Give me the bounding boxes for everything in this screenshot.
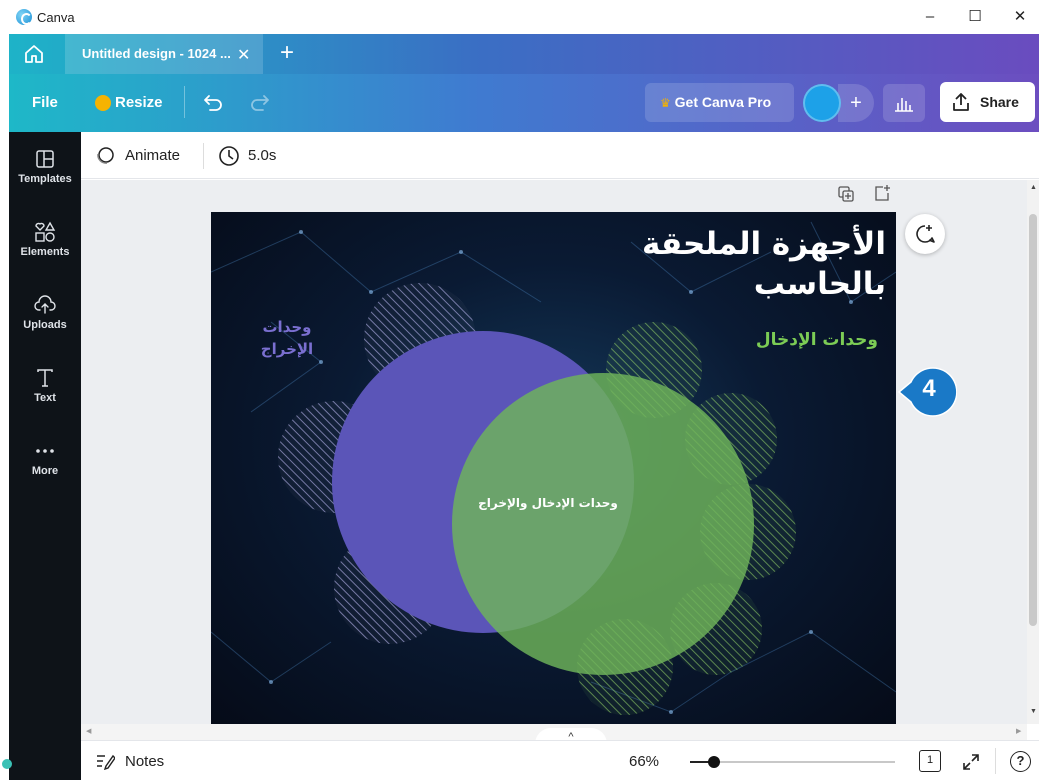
- uploads-icon: [34, 294, 56, 316]
- status-dot: [2, 759, 12, 769]
- app-name: Canva: [37, 10, 75, 25]
- help-button[interactable]: ?: [1010, 751, 1031, 772]
- scroll-right-arrow-icon[interactable]: ▶: [1016, 727, 1021, 735]
- get-canva-pro-button[interactable]: ♛ Get Canva Pro: [645, 83, 794, 122]
- undo-icon[interactable]: [202, 92, 224, 112]
- file-menu[interactable]: File: [32, 94, 58, 111]
- share-icon: [953, 93, 969, 111]
- sidebar-item-uploads[interactable]: Uploads: [9, 294, 81, 354]
- share-button[interactable]: Share: [940, 82, 1035, 122]
- home-icon: [25, 45, 43, 63]
- add-page-icon[interactable]: [873, 184, 891, 202]
- sidebar-item-templates[interactable]: Templates: [9, 148, 81, 208]
- scroll-down-arrow-icon[interactable]: ▼: [1030, 708, 1037, 715]
- context-divider: [203, 143, 204, 169]
- duration-button[interactable]: 5.0s: [248, 147, 276, 164]
- bottom-divider: [995, 748, 996, 774]
- sidebar-item-more[interactable]: More: [9, 440, 81, 500]
- home-button[interactable]: [9, 34, 59, 74]
- toolbar-divider: [184, 86, 185, 118]
- comment-button[interactable]: [905, 214, 945, 254]
- notes-icon: [97, 754, 115, 770]
- center-label[interactable]: وحدات الإدخال والإخراج: [441, 496, 655, 510]
- step-number: 4: [922, 375, 936, 402]
- clock-icon: [219, 146, 239, 166]
- text-icon: [34, 367, 56, 389]
- page-count-button[interactable]: 1: [919, 750, 941, 772]
- tab-untitled-design[interactable]: Untitled design - 1024 ...: [65, 34, 263, 74]
- crown-icon: [95, 95, 111, 111]
- scroll-left-arrow-icon[interactable]: ◀: [86, 727, 91, 735]
- templates-icon: [34, 148, 56, 170]
- input-circle: [452, 373, 754, 675]
- output-label[interactable]: وحدات الإخراج: [251, 316, 323, 360]
- help-icon: ?: [1016, 753, 1025, 768]
- scroll-up-arrow-icon[interactable]: ▲: [1030, 184, 1037, 191]
- canva-logo-icon: [16, 9, 32, 25]
- user-avatar[interactable]: [803, 84, 841, 122]
- minimize-button[interactable]: –: [910, 4, 950, 30]
- fullscreen-icon[interactable]: [961, 752, 981, 772]
- slide-title[interactable]: الأجهزة الملحقة بالحاسب: [642, 224, 886, 304]
- elements-icon: [34, 221, 56, 243]
- tab-close-button[interactable]: ✕: [237, 45, 250, 65]
- sidebar-item-elements[interactable]: Elements: [9, 221, 81, 281]
- close-window-button[interactable]: ✕: [1000, 4, 1039, 30]
- zoom-slider-handle[interactable]: [708, 756, 720, 768]
- sidebar-item-text[interactable]: Text: [9, 367, 81, 427]
- add-comment-icon: [916, 225, 935, 243]
- maximize-button[interactable]: ☐: [955, 4, 995, 30]
- new-tab-button[interactable]: +: [280, 39, 294, 67]
- notes-button[interactable]: Notes: [125, 753, 164, 770]
- window-titlebar: [0, 0, 1039, 34]
- redo-icon[interactable]: [249, 92, 271, 112]
- duplicate-page-icon[interactable]: [837, 185, 855, 203]
- animate-button[interactable]: Animate: [125, 147, 180, 164]
- bar-chart-icon: [895, 98, 913, 112]
- zoom-level[interactable]: 66%: [629, 753, 659, 770]
- zoom-slider-track[interactable]: [690, 761, 895, 763]
- animate-icon: [97, 147, 114, 164]
- resize-button[interactable]: Resize: [115, 94, 163, 111]
- more-icon: [34, 440, 56, 462]
- insights-button[interactable]: [883, 84, 925, 122]
- vertical-scroll-thumb[interactable]: [1029, 214, 1037, 626]
- bottom-bar: [81, 740, 1039, 780]
- design-slide[interactable]: الأجهزة الملحقة بالحاسب وحدات الإدخال وح…: [211, 212, 896, 724]
- crown-icon: ♛: [660, 96, 671, 110]
- input-label[interactable]: وحدات الإدخال: [756, 330, 878, 350]
